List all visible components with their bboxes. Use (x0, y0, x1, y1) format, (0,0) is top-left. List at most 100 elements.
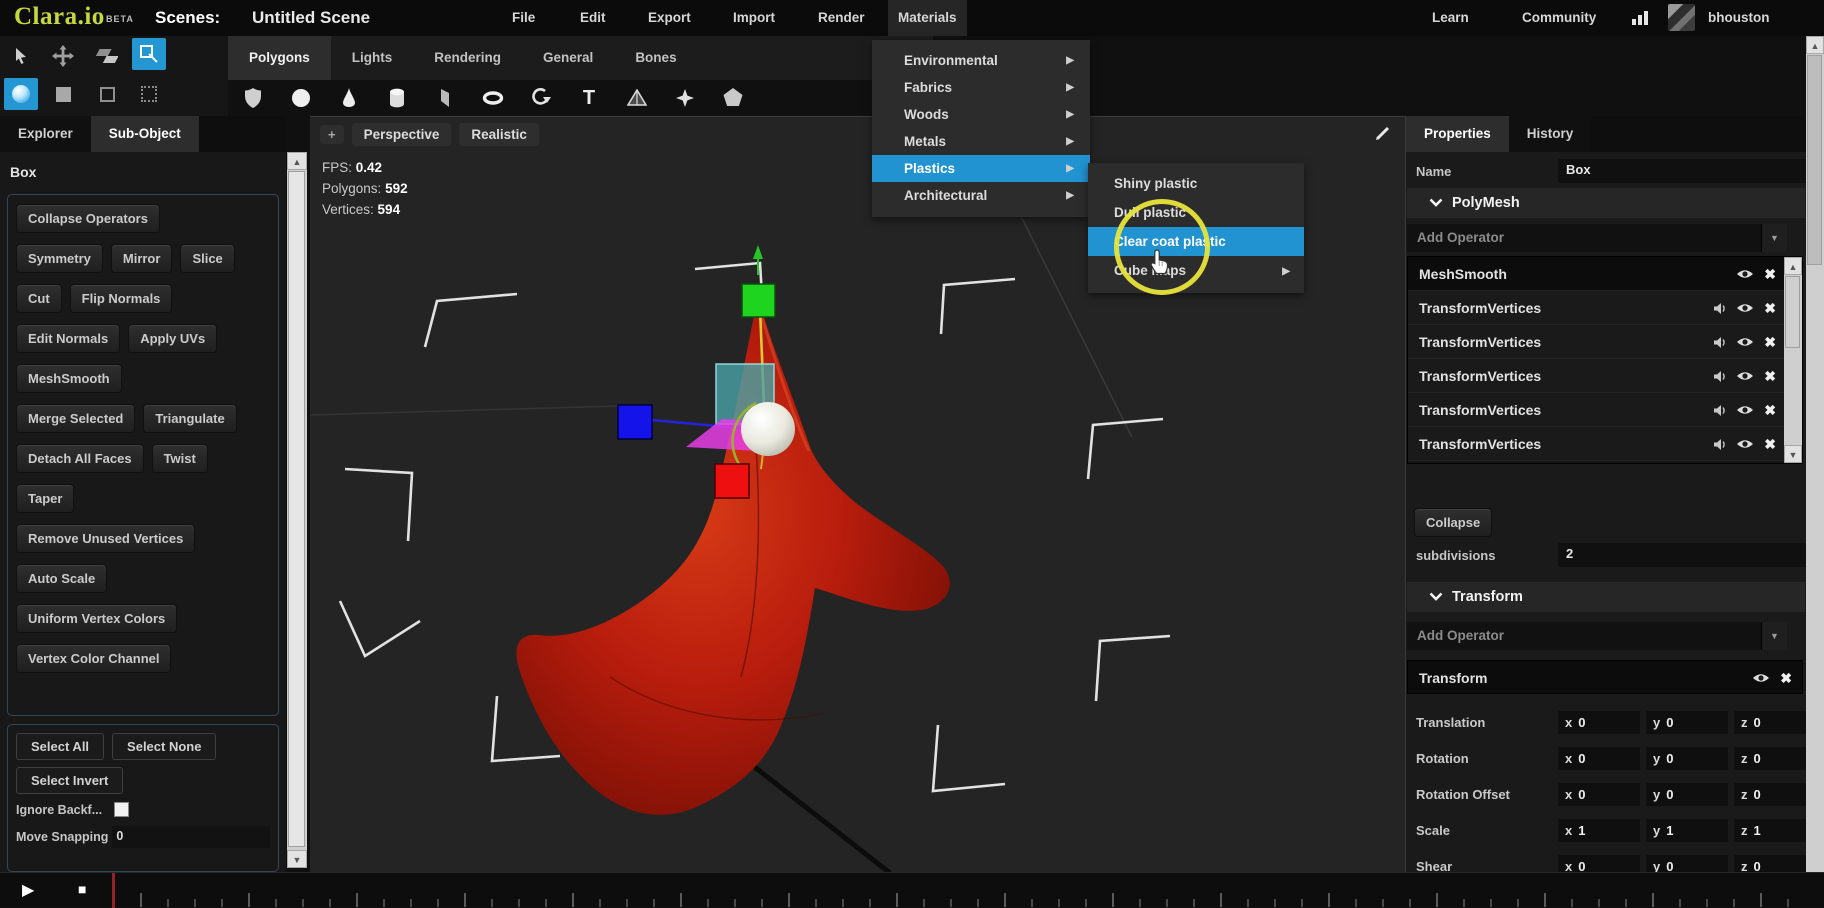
menu-item-architectural[interactable]: Architectural▶ (872, 182, 1090, 209)
operator-row[interactable]: TransformVertices ✖ (1408, 359, 1802, 393)
tab-rendering[interactable]: Rendering (413, 36, 522, 80)
scale-y-input[interactable]: y1 (1646, 819, 1728, 842)
star-tool-icon[interactable] (674, 87, 696, 109)
submenu-item-dull-plastic[interactable]: Dull plastic (1088, 198, 1304, 227)
add-operator-dropdown[interactable]: Add Operator ▼ (1407, 224, 1787, 252)
pencil-icon[interactable] (1375, 125, 1391, 146)
symmetry-button[interactable]: Symmetry (16, 244, 103, 273)
sphere-tool-icon[interactable] (290, 87, 312, 109)
speaker-icon[interactable] (1713, 404, 1726, 417)
select-none-button[interactable]: Select None (112, 733, 216, 760)
translation-y-input[interactable]: y0 (1646, 711, 1728, 734)
fill-select-tool-icon[interactable] (46, 78, 80, 110)
ignore-backfacing-checkbox[interactable] (114, 802, 129, 817)
dropdown-arrow-icon[interactable]: ▼ (1761, 224, 1787, 252)
auto-scale-button[interactable]: Auto Scale (16, 564, 107, 593)
eye-icon[interactable] (1752, 672, 1770, 684)
operator-list-scrollbar[interactable]: ▲ ▼ (1784, 257, 1802, 463)
submenu-item-shiny-plastic[interactable]: Shiny plastic (1088, 169, 1304, 198)
eye-icon[interactable] (1736, 268, 1754, 280)
menu-item-metals[interactable]: Metals▶ (872, 128, 1090, 155)
cone-tool-icon[interactable] (338, 87, 360, 109)
operator-row[interactable]: MeshSmooth ✖ (1408, 257, 1802, 291)
remove-unused-vertices-button[interactable]: Remove Unused Vertices (16, 524, 195, 553)
shear-y-input[interactable]: y0 (1646, 855, 1728, 872)
pyramid-tool-icon[interactable] (626, 87, 648, 109)
tab-polygons[interactable]: Polygons (228, 36, 331, 80)
cylinder-tool-icon[interactable] (386, 87, 408, 109)
delete-operator-icon[interactable]: ✖ (1764, 427, 1776, 461)
menu-file[interactable]: File (502, 0, 545, 36)
delete-operator-icon[interactable]: ✖ (1764, 393, 1776, 427)
vertex-color-channel-button[interactable]: Vertex Color Channel (16, 644, 171, 673)
twist-button[interactable]: Twist (152, 444, 208, 473)
rect-select-tool-icon[interactable] (132, 38, 166, 70)
left-panel-scrollbar[interactable]: ▲ ▼ (287, 152, 307, 868)
add-operator-dropdown[interactable]: Add Operator ▼ (1407, 622, 1787, 650)
tab-general[interactable]: General (522, 36, 614, 80)
name-input[interactable]: Box (1558, 159, 1806, 183)
tab-bones[interactable]: Bones (614, 36, 697, 80)
scale-z-input[interactable]: z1 (1734, 819, 1806, 842)
operator-row[interactable]: TransformVertices ✖ (1408, 393, 1802, 427)
detach-all-faces-button[interactable]: Detach All Faces (16, 444, 144, 473)
rotation-offset-y-input[interactable]: y0 (1646, 783, 1728, 806)
delete-operator-icon[interactable]: ✖ (1764, 257, 1776, 291)
select-all-button[interactable]: Select All (16, 733, 104, 760)
submenu-item-cube-maps[interactable]: Cube Maps▶ (1088, 256, 1304, 285)
rotation-y-input[interactable]: y0 (1646, 747, 1728, 770)
menu-export[interactable]: Export (638, 0, 701, 36)
timeline-playhead[interactable] (112, 873, 115, 908)
taper-button[interactable]: Taper (16, 484, 74, 513)
menu-item-plastics[interactable]: Plastics▶ (872, 155, 1090, 182)
tab-history[interactable]: History (1509, 116, 1592, 152)
rotation-offset-x-input[interactable]: x0 (1558, 783, 1640, 806)
username[interactable]: bhouston (1698, 0, 1779, 36)
slice-button[interactable]: Slice (180, 244, 234, 273)
polymesh-section-header[interactable]: PolyMesh (1407, 188, 1805, 218)
flip-normals-button[interactable]: Flip Normals (70, 284, 173, 313)
meshsmooth-button[interactable]: MeshSmooth (16, 364, 122, 393)
menu-community[interactable]: Community (1512, 0, 1606, 36)
collapse-button[interactable]: Collapse (1414, 508, 1492, 537)
box-select-tool-icon[interactable] (90, 78, 124, 110)
delete-operator-icon[interactable]: ✖ (1764, 359, 1776, 393)
dropdown-arrow-icon[interactable]: ▼ (1761, 622, 1787, 650)
operator-row[interactable]: TransformVertices ✖ (1408, 427, 1802, 461)
delete-operator-icon[interactable]: ✖ (1780, 661, 1792, 695)
collapse-operators-button[interactable]: Collapse Operators (16, 204, 160, 233)
polygon-tool-icon[interactable] (722, 87, 744, 109)
camera-mode-button[interactable]: Perspective (352, 123, 452, 146)
apply-uvs-button[interactable]: Apply UVs (128, 324, 217, 353)
cut-button[interactable]: Cut (16, 284, 62, 313)
triangulate-button[interactable]: Triangulate (143, 404, 236, 433)
clara-logo[interactable]: Clara.io (14, 3, 105, 31)
page-scrollbar[interactable]: ▲ (1806, 36, 1824, 872)
plane-tool-icon[interactable] (434, 87, 456, 109)
shading-mode-button[interactable]: Realistic (459, 123, 539, 146)
menu-render[interactable]: Render (808, 0, 875, 36)
translation-z-input[interactable]: z0 (1734, 711, 1806, 734)
speaker-icon[interactable] (1713, 302, 1726, 315)
rotation-offset-z-input[interactable]: z0 (1734, 783, 1806, 806)
stop-icon[interactable]: ■ (78, 881, 86, 897)
play-icon[interactable]: ▶ (22, 880, 34, 900)
merge-selected-button[interactable]: Merge Selected (16, 404, 135, 433)
translation-x-input[interactable]: x0 (1558, 711, 1640, 734)
move-tool-icon[interactable] (46, 40, 80, 72)
transform-operator-row[interactable]: Transform ✖ (1407, 660, 1803, 694)
eye-icon[interactable] (1736, 336, 1754, 348)
rotate-tool-icon[interactable] (90, 40, 124, 72)
delete-operator-icon[interactable]: ✖ (1764, 291, 1776, 325)
tab-sub-object[interactable]: Sub-Object (91, 116, 199, 152)
delete-operator-icon[interactable]: ✖ (1764, 325, 1776, 359)
eye-icon[interactable] (1736, 438, 1754, 450)
eye-icon[interactable] (1736, 370, 1754, 382)
operator-row[interactable]: TransformVertices ✖ (1408, 325, 1802, 359)
speaker-icon[interactable] (1713, 438, 1726, 451)
uniform-vertex-colors-button[interactable]: Uniform Vertex Colors (16, 604, 177, 633)
shield-tool-icon[interactable] (242, 87, 264, 109)
helix-tool-icon[interactable] (530, 87, 552, 109)
move-snapping-input[interactable]: 0 (112, 826, 270, 848)
pointer-tool-icon[interactable] (4, 40, 38, 72)
